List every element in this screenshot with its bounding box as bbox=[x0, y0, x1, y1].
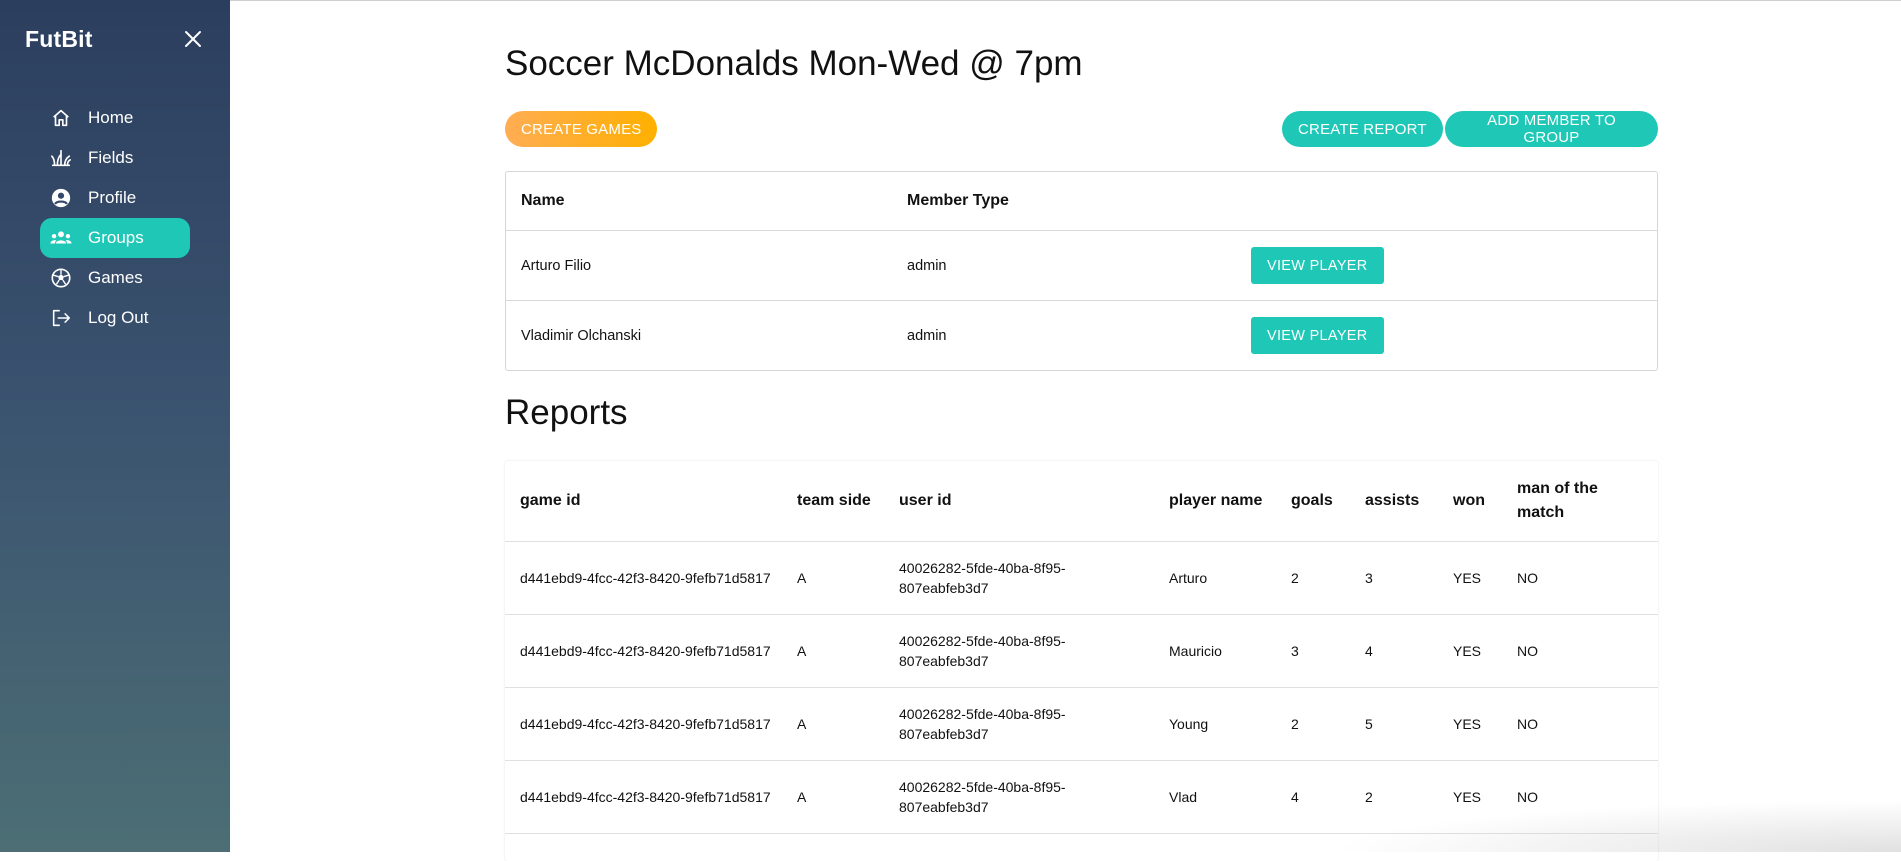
motm-cell: NO bbox=[1502, 760, 1658, 834]
user-id-cell: 40026282-5fde-40ba-8f95-807eabfeb3d7 bbox=[884, 614, 1154, 688]
assists-cell: 5 bbox=[1350, 687, 1438, 761]
reports-table: game id team side user id player name go… bbox=[505, 461, 1658, 861]
sidebar-item-label: Home bbox=[88, 108, 134, 127]
column-header-member-type: Member Type bbox=[892, 172, 1236, 231]
member-name: Arturo Filio bbox=[506, 230, 892, 301]
column-header-game-id: game id bbox=[505, 461, 782, 542]
motm-cell: NO bbox=[1502, 541, 1658, 615]
table-row: d441ebd9-4fcc-42f3-8420-9fefb71d5817 A 4… bbox=[505, 541, 1658, 615]
assists-cell: 3 bbox=[1350, 541, 1438, 615]
member-type: admin bbox=[907, 327, 947, 344]
assists-cell: 4 bbox=[1350, 614, 1438, 688]
column-header-man-of-the-match: man of the match bbox=[1502, 461, 1658, 542]
user-id-cell: 40026282-5fde-40ba-8f95-807eabfeb3d7 bbox=[884, 541, 1154, 615]
team-side-cell: A bbox=[782, 687, 884, 761]
view-player-button[interactable]: VIEW PLAYER bbox=[1251, 247, 1384, 284]
brand-logo: FutBit bbox=[25, 26, 93, 52]
goals-cell: 2 bbox=[1276, 541, 1350, 615]
column-header-won: won bbox=[1438, 461, 1502, 542]
column-header-goals: goals bbox=[1276, 461, 1350, 542]
won-cell: YES bbox=[1438, 541, 1502, 615]
sidebar-item-groups[interactable]: Groups bbox=[40, 218, 190, 258]
account-circle-icon bbox=[51, 188, 71, 208]
goals-cell: 3 bbox=[1276, 614, 1350, 688]
page-title: Soccer McDonalds Mon-Wed @ 7pm bbox=[505, 44, 1083, 83]
logout-icon bbox=[52, 309, 71, 327]
sidebar-item-logout[interactable]: Log Out bbox=[40, 298, 190, 338]
column-header-actions bbox=[1236, 172, 1657, 231]
player-name-cell: Vlad bbox=[1154, 760, 1276, 834]
close-sidebar-button[interactable] bbox=[180, 26, 206, 52]
sidebar-item-label: Games bbox=[88, 268, 143, 287]
column-header-name: Name bbox=[506, 172, 892, 231]
goals-cell: 2 bbox=[1276, 687, 1350, 761]
close-icon bbox=[185, 31, 201, 47]
create-games-button[interactable]: CREATE GAMES bbox=[505, 111, 658, 147]
home-icon bbox=[53, 109, 69, 127]
won-cell: YES bbox=[1438, 614, 1502, 688]
sidebar-item-label: Log Out bbox=[88, 308, 149, 327]
sidebar-item-label: Fields bbox=[88, 148, 134, 167]
game-id-cell: d441ebd9-4fcc-42f3-8420-9fefb71d5817 bbox=[505, 687, 782, 761]
create-report-button[interactable]: CREATE REPORT bbox=[1282, 111, 1443, 147]
user-id-cell: 40026282-5fde-40ba-8f95-807eabfeb3d7 bbox=[884, 760, 1154, 834]
members-table: Name Member Type Arturo Filio admin VIEW… bbox=[505, 171, 1658, 371]
sidebar-item-home[interactable]: Home bbox=[40, 98, 190, 138]
won-cell: YES bbox=[1438, 687, 1502, 761]
sidebar-item-games[interactable]: Games bbox=[40, 258, 190, 298]
player-name-cell: Mauricio bbox=[1154, 614, 1276, 688]
sidebar: FutBit Home Fields Profile Groups Games … bbox=[0, 0, 230, 852]
team-side-cell: A bbox=[782, 614, 884, 688]
groups-icon bbox=[50, 231, 72, 244]
add-member-button[interactable]: ADD MEMBER TO GROUP bbox=[1445, 111, 1658, 147]
goals-cell: 4 bbox=[1276, 760, 1350, 834]
column-header-player-name: player name bbox=[1154, 461, 1276, 542]
player-name-cell: Arturo bbox=[1154, 541, 1276, 615]
game-id-cell: d441ebd9-4fcc-42f3-8420-9fefb71d5817 bbox=[505, 614, 782, 688]
motm-cell: NO bbox=[1502, 614, 1658, 688]
user-id-cell: 40026282-5fde-40ba-8f95-807eabfeb3d7 bbox=[884, 687, 1154, 761]
motm-cell: NO bbox=[1502, 687, 1658, 761]
top-divider bbox=[230, 0, 1901, 1]
game-id-cell: d441ebd9-4fcc-42f3-8420-9fefb71d5817 bbox=[505, 760, 782, 834]
view-player-button[interactable]: VIEW PLAYER bbox=[1251, 317, 1384, 354]
table-row: Vladimir Olchanski admin VIEW PLAYER bbox=[506, 301, 1657, 371]
player-name-cell: Young bbox=[1154, 687, 1276, 761]
table-row: d441ebd9-4fcc-42f3-8420-9fefb71d5817 A 4… bbox=[505, 760, 1658, 834]
table-row: d441ebd9-4fcc-42f3-8420-9fefb71d5817 A 4… bbox=[505, 687, 1658, 761]
sidebar-item-label: Profile bbox=[88, 188, 137, 207]
column-header-user-id: user id bbox=[884, 461, 1154, 542]
game-id-cell: d441ebd9-4fcc-42f3-8420-9fefb71d5817 bbox=[505, 541, 782, 615]
assists-cell: 2 bbox=[1350, 760, 1438, 834]
table-row: d441ebd9-4fcc-42f3-8420-9fefb71d5817 A 4… bbox=[505, 614, 1658, 688]
sidebar-item-profile[interactable]: Profile bbox=[40, 178, 190, 218]
won-cell: YES bbox=[1438, 760, 1502, 834]
member-name: Vladimir Olchanski bbox=[521, 327, 642, 344]
sidebar-item-label: Groups bbox=[88, 228, 144, 247]
column-header-assists: assists bbox=[1350, 461, 1438, 542]
team-side-cell: A bbox=[782, 541, 884, 615]
sidebar-item-fields[interactable]: Fields bbox=[40, 138, 190, 178]
column-header-team-side: team side bbox=[782, 461, 884, 542]
team-side-cell: A bbox=[782, 760, 884, 834]
member-type: admin bbox=[892, 230, 1236, 301]
sidebar-nav: Home Fields Profile Groups Games Log Out bbox=[40, 98, 190, 338]
table-header-row: Name Member Type bbox=[506, 172, 1657, 231]
reports-heading: Reports bbox=[505, 393, 628, 432]
grass-icon bbox=[51, 149, 71, 167]
table-header-row: game id team side user id player name go… bbox=[505, 461, 1658, 542]
soccer-ball-icon bbox=[51, 268, 71, 288]
table-row: Arturo Filio admin VIEW PLAYER bbox=[506, 230, 1657, 301]
